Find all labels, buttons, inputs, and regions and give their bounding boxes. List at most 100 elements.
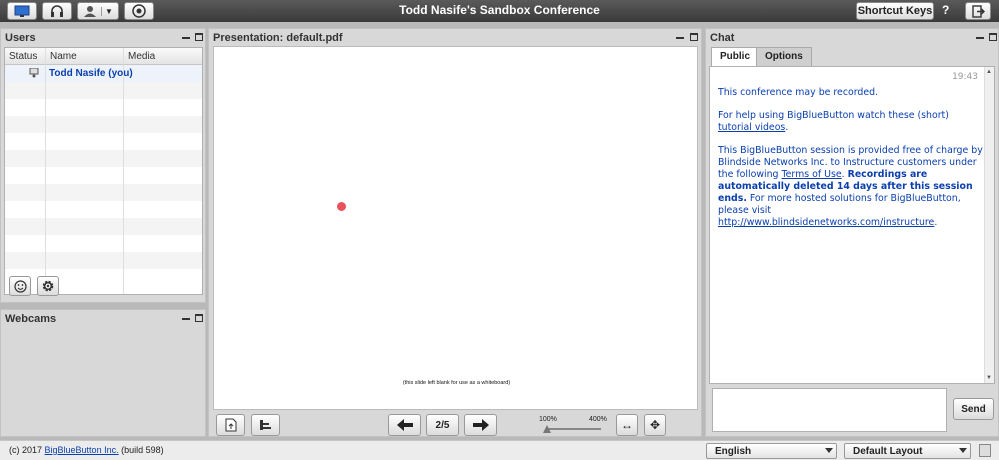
minimize-icon[interactable] [976, 33, 984, 39]
table-row [5, 99, 202, 116]
maximize-icon[interactable] [690, 33, 698, 41]
share-screen-button[interactable] [7, 2, 37, 20]
language-value: English [715, 446, 752, 457]
table-row[interactable]: Todd Nasife (you) [5, 65, 202, 82]
presentation-title: Presentation: default.pdf [213, 32, 343, 44]
record-button[interactable] [124, 2, 154, 20]
chevron-down-icon [959, 448, 967, 453]
chat-message-input[interactable] [712, 388, 947, 432]
column-header-media[interactable]: Media [124, 48, 202, 65]
headset-icon [51, 4, 63, 17]
table-row [5, 184, 202, 201]
minimize-icon[interactable] [182, 33, 190, 39]
table-row [5, 116, 202, 133]
scroll-down-icon[interactable]: ▼ [986, 375, 992, 381]
upload-presentation-button[interactable] [216, 414, 245, 436]
shortcut-keys-button[interactable]: Shortcut Keys [856, 2, 934, 20]
help-button[interactable]: ? [942, 3, 949, 17]
users-panel: Users Status Name Media Todd Nasife (you… [0, 28, 206, 303]
emoji-status-button[interactable] [9, 276, 31, 296]
maximize-icon[interactable] [195, 33, 203, 41]
record-icon [132, 4, 146, 18]
send-label: Send [961, 403, 986, 415]
webcams-panel: Webcams [0, 309, 206, 437]
chat-message: This BigBlueButton session is provided f… [718, 145, 984, 229]
cursor-dot [337, 202, 346, 211]
next-slide-button[interactable] [464, 414, 497, 436]
table-row [5, 269, 202, 286]
webcams-panel-title: Webcams [5, 313, 57, 325]
chat-panel-title: Chat [710, 32, 735, 44]
bar-chart-icon [260, 420, 271, 430]
gear-icon [42, 280, 54, 292]
minimize-icon[interactable] [182, 314, 190, 320]
column-header-name[interactable]: Name [46, 48, 124, 65]
message-text: For more hosted solutions for BigBlueBut… [718, 193, 961, 216]
chat-panel: Chat Public Options 19:43 This conferenc… [705, 28, 999, 437]
chat-message: For help using BigBlueButton watch these… [718, 110, 984, 134]
copyright-text: (c) 2017 [9, 445, 45, 455]
arrow-right-icon [472, 419, 489, 431]
chevron-down-icon: ▼ [101, 6, 113, 16]
audio-button[interactable] [42, 2, 72, 20]
table-row [5, 133, 202, 150]
copyright: (c) 2017 BigBlueButton Inc. (build 598) [9, 445, 164, 455]
top-bar: ▼ Todd Nasife's Sandbox Conference Short… [0, 0, 999, 22]
arrow-left-icon [396, 419, 413, 431]
monitor-icon [14, 5, 30, 17]
layout-select[interactable]: Default Layout [844, 443, 971, 459]
minimize-icon[interactable] [676, 33, 684, 39]
send-button[interactable]: Send [953, 398, 994, 420]
upload-icon [225, 418, 236, 432]
table-row [5, 167, 202, 184]
move-icon: ✥ [649, 418, 661, 432]
scroll-up-icon[interactable]: ▲ [986, 69, 992, 75]
fit-width-button[interactable]: ↔ [616, 414, 638, 436]
message-text: For help using BigBlueButton watch these… [718, 110, 949, 121]
column-divider [45, 48, 46, 294]
users-table: Status Name Media Todd Nasife (you) [4, 47, 203, 295]
column-divider [123, 48, 124, 294]
shortcut-keys-label: Shortcut Keys [857, 5, 933, 17]
table-row [5, 218, 202, 235]
column-header-status[interactable]: Status [5, 48, 46, 65]
whiteboard-slide[interactable]: (this slide left blank for use as a whit… [213, 46, 698, 410]
logout-icon [971, 4, 985, 18]
logout-button[interactable] [965, 2, 991, 20]
poll-button[interactable] [251, 414, 280, 436]
table-row [5, 235, 202, 252]
zoom-slider-track[interactable] [547, 428, 601, 430]
user-settings-button[interactable] [37, 276, 59, 296]
tab-options[interactable]: Options [756, 47, 812, 66]
smiley-icon [13, 279, 27, 293]
fit-page-button[interactable]: ✥ [644, 414, 666, 436]
language-select[interactable]: English [706, 443, 837, 459]
table-row [5, 201, 202, 218]
blindside-networks-link[interactable]: http://www.blindsidenetworks.com/instruc… [718, 217, 934, 228]
tutorial-videos-link[interactable]: tutorial videos [718, 122, 785, 133]
apply-layout-button[interactable] [979, 444, 991, 457]
zoom-slider-thumb[interactable] [543, 425, 551, 433]
tab-public[interactable]: Public [711, 47, 760, 66]
layout-value: Default Layout [853, 446, 923, 457]
presentation-panel: Presentation: default.pdf (this slide le… [208, 28, 702, 437]
terms-of-use-link[interactable]: Terms of Use [782, 169, 842, 180]
message-timestamp: 19:43 [952, 72, 978, 82]
chat-scrollbar[interactable]: ▲ ▼ [984, 67, 994, 383]
page-indicator-text: 2/5 [435, 419, 450, 431]
chat-messages[interactable]: 19:43 This conference may be recorded. F… [709, 66, 995, 384]
build-text: (build 598) [118, 445, 164, 455]
user-name: Todd Nasife (you) [49, 68, 133, 79]
bigbluebutton-link[interactable]: BigBlueButton Inc. [45, 445, 119, 455]
message-text: This conference may be recorded. [718, 87, 879, 98]
previous-slide-button[interactable] [388, 414, 421, 436]
presenter-icon [29, 68, 39, 78]
slide-caption: (this slide left blank for use as a whit… [402, 380, 511, 386]
chat-message-list: This conference may be recorded. For hel… [718, 87, 984, 240]
maximize-icon[interactable] [989, 33, 997, 41]
maximize-icon[interactable] [195, 314, 203, 322]
chat-message: This conference may be recorded. [718, 87, 984, 99]
webcam-button[interactable]: ▼ [77, 2, 119, 20]
fit-width-icon: ↔ [621, 418, 633, 432]
slide-page-indicator[interactable]: 2/5 [426, 414, 459, 436]
